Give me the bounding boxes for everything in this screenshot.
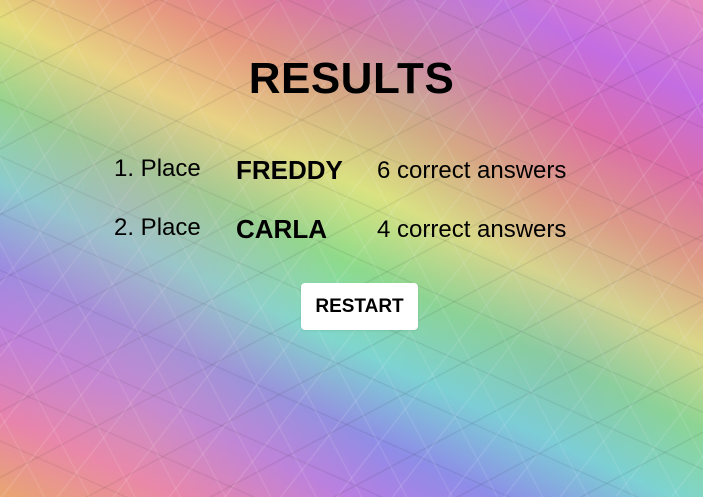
- results-panel: RESULTS 1. Place FREDDY 6 correct answer…: [0, 0, 703, 497]
- correct-answers-text: 4 correct answers: [377, 216, 567, 243]
- restart-button[interactable]: RESTART: [301, 283, 418, 330]
- place-label: 2. Place: [114, 214, 201, 241]
- results-title: RESULTS: [248, 54, 455, 103]
- correct-answers-text: 6 correct answers: [377, 157, 567, 184]
- player-name: FREDDY: [236, 155, 343, 185]
- results-row: 2. Place CARLA 4 correct answers: [114, 214, 634, 248]
- place-label: 1. Place: [114, 155, 201, 182]
- results-row: 1. Place FREDDY 6 correct answers: [114, 155, 634, 189]
- game-background: RESULTS 1. Place FREDDY 6 correct answer…: [0, 0, 703, 497]
- player-name: CARLA: [236, 214, 327, 244]
